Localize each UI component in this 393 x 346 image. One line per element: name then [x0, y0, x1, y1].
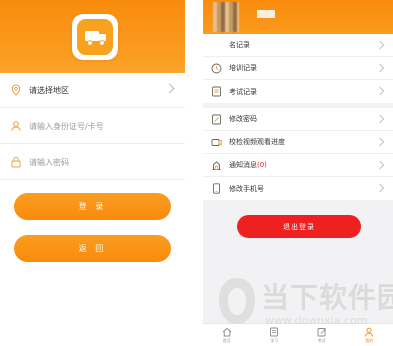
region-select[interactable]: 请选择地区 [0, 73, 185, 108]
menu-item-training-record[interactable]: 培训记录 [203, 57, 393, 80]
menu-item-study-record[interactable]: 名记录 [203, 34, 393, 57]
back-button[interactable]: 返 回 [14, 235, 171, 262]
chevron-right-icon [375, 114, 385, 124]
tab-label: 我的 [365, 338, 374, 343]
chevron-right-icon [375, 40, 385, 50]
menu-item-exam-record[interactable]: 考试记录 [203, 80, 393, 103]
chevron-right-icon [164, 83, 175, 94]
id-number-input[interactable]: 请输入身份证号/卡号 [0, 109, 185, 144]
password-placeholder: 请输入密码 [29, 157, 69, 167]
tab-label: 考试 [317, 338, 326, 343]
user-icon [365, 327, 374, 337]
avatar [213, 2, 239, 32]
clock-icon [211, 63, 222, 73]
chevron-right-icon [375, 160, 385, 170]
menu-group-records: 名记录 培训记录 考试记录 [203, 34, 393, 103]
notice-icon [212, 160, 221, 170]
login-form: 请选择地区 请输入身份证号/卡号 请输入密码 登 录 返 回 [0, 73, 185, 300]
truck-icon [85, 31, 106, 46]
lock-icon [212, 114, 221, 124]
tab-label: 首页 [222, 338, 231, 343]
video-icon [211, 138, 222, 146]
home-icon [222, 327, 232, 337]
login-screen: 请选择地区 请输入身份证号/卡号 请输入密码 登 录 返 回 [0, 0, 185, 300]
location-pin-icon [11, 84, 21, 96]
tab-exam[interactable]: 考试 [298, 324, 346, 346]
chevron-right-icon [375, 183, 385, 193]
username-blurred [257, 10, 275, 18]
user-icon [11, 121, 21, 132]
menu-item-label: 名记录 [229, 41, 250, 49]
menu-item-label: 考试记录 [229, 87, 257, 96]
logout-button[interactable]: 退出登录 [237, 215, 361, 238]
password-input[interactable]: 请输入密码 [0, 145, 185, 180]
notification-count-badge: (0) [257, 161, 267, 169]
menu-item-label: 修改密码 [229, 115, 257, 123]
tab-home[interactable]: 首页 [203, 324, 251, 346]
menu-item-label: 修改手机号 [229, 184, 264, 193]
edit-icon [317, 328, 326, 337]
lock-icon [11, 156, 21, 168]
menu-group-settings: 修改密码 校检视频观看进度 通知消息(0) 修改手机号 [203, 108, 393, 200]
chevron-right-icon [375, 63, 385, 73]
tab-study[interactable]: 学习 [251, 324, 299, 346]
menu-item-label: 校检视频观看进度 [229, 138, 285, 146]
menu-item-notifications[interactable]: 通知消息(0) [203, 154, 393, 177]
exam-icon [212, 86, 221, 97]
study-icon [270, 327, 279, 337]
tab-profile[interactable]: 我的 [346, 324, 393, 346]
menu-item-video-progress[interactable]: 校检视频观看进度 [203, 131, 393, 154]
menu-item-label: 通知消息(0) [229, 161, 267, 169]
id-number-placeholder: 请输入身份证号/卡号 [29, 121, 104, 131]
bottom-tab-bar: 首页 学习 考试 我的 [203, 323, 393, 346]
menu-item-label: 培训记录 [229, 64, 257, 72]
menu-item-change-password[interactable]: 修改密码 [203, 108, 393, 131]
menu-item-change-phone[interactable]: 修改手机号 [203, 177, 393, 200]
app-logo [72, 14, 118, 60]
phone-icon [213, 183, 220, 194]
tab-label: 学习 [270, 338, 279, 343]
study-record-icon [211, 40, 222, 51]
login-button[interactable]: 登 录 [14, 193, 171, 220]
profile-screen: 名记录 培训记录 考试记录 修改密码 校检视频观看进度 通知消息(0) 修改手机… [203, 0, 393, 346]
region-select-label: 请选择地区 [29, 85, 69, 95]
chevron-right-icon [375, 86, 385, 96]
chevron-right-icon [375, 137, 385, 147]
